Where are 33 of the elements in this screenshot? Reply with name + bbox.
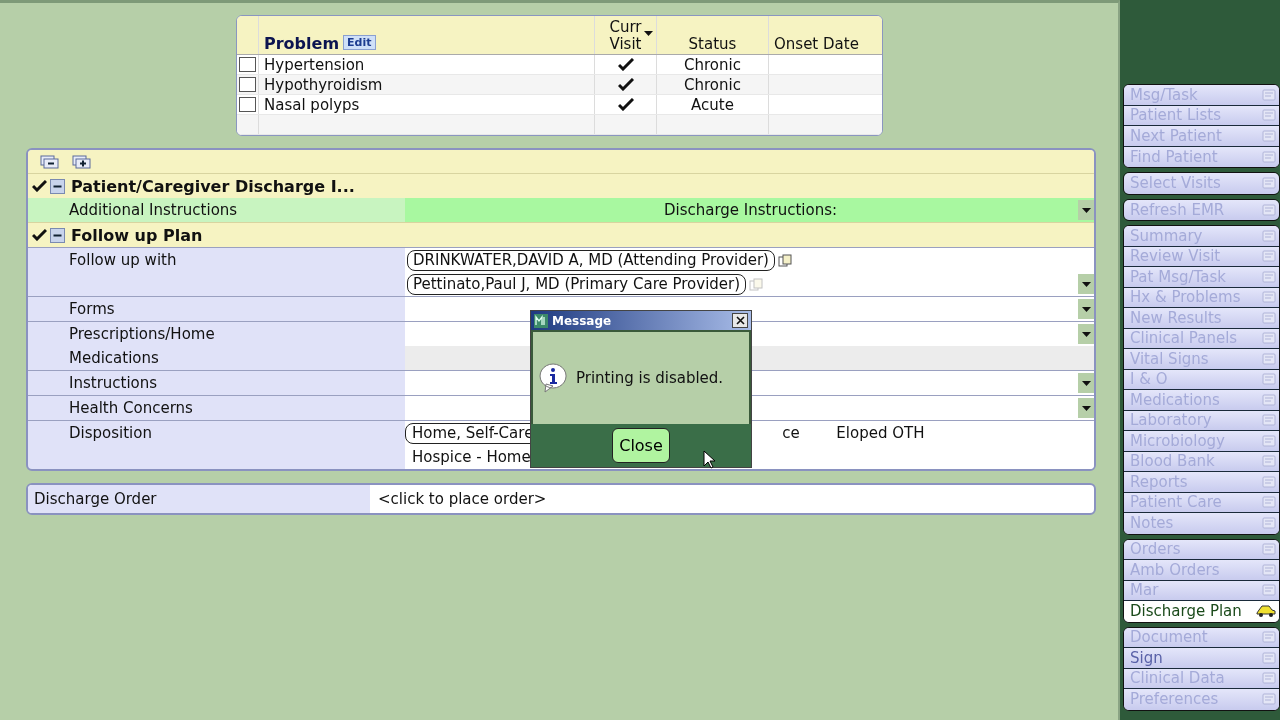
dialog-title: Message xyxy=(552,313,613,328)
field-label: Forms xyxy=(69,299,116,320)
field-label: Disposition xyxy=(69,423,153,444)
column-header: Curr Visit xyxy=(608,19,643,53)
provider-chip[interactable]: Pettinato,Paul J, MD (Primary Care Provider) xyxy=(407,273,747,295)
field-label: Health Concerns xyxy=(69,398,194,419)
section-title: Follow up Plan xyxy=(71,225,203,245)
order-link[interactable]: <click to place order> xyxy=(378,490,547,508)
table-cell: Acute xyxy=(691,95,734,114)
field-label: Follow up with xyxy=(69,250,178,271)
close-button[interactable]: Close xyxy=(612,428,670,463)
table-cell: Hypothyroidism xyxy=(264,75,383,94)
edit-button[interactable]: Edit xyxy=(343,35,376,50)
table-cell: Nasal polyps xyxy=(264,95,360,114)
field-label: Medications xyxy=(69,348,160,369)
option[interactable]: Eloped OTH xyxy=(829,422,932,444)
table-cell: Chronic xyxy=(684,75,741,94)
field-label: Additional Instructions xyxy=(69,200,239,221)
column-header: Onset Date xyxy=(774,35,859,53)
table-cell: Chronic xyxy=(684,55,741,74)
dialog-message: Printing is disabled. xyxy=(576,369,724,387)
nav-item[interactable]: Sign xyxy=(1124,648,1279,669)
nav-item[interactable]: Discharge Plan xyxy=(1124,601,1279,622)
column-header: Problem xyxy=(264,34,340,53)
provider-chip[interactable]: DRINKWATER,DAVID A, MD (Attending Provider) xyxy=(407,249,775,271)
option[interactable]: ce xyxy=(775,422,830,444)
field-label: Discharge Order xyxy=(34,489,158,510)
section-title: Patient/Caregiver Discharge I... xyxy=(71,176,355,196)
column-header: Status xyxy=(688,35,737,53)
table-cell: Hypertension xyxy=(264,55,365,74)
field-label: Instructions xyxy=(69,373,159,394)
field-value: Discharge Instructions: xyxy=(663,201,838,219)
field-label: Prescriptions/Home xyxy=(69,324,216,345)
